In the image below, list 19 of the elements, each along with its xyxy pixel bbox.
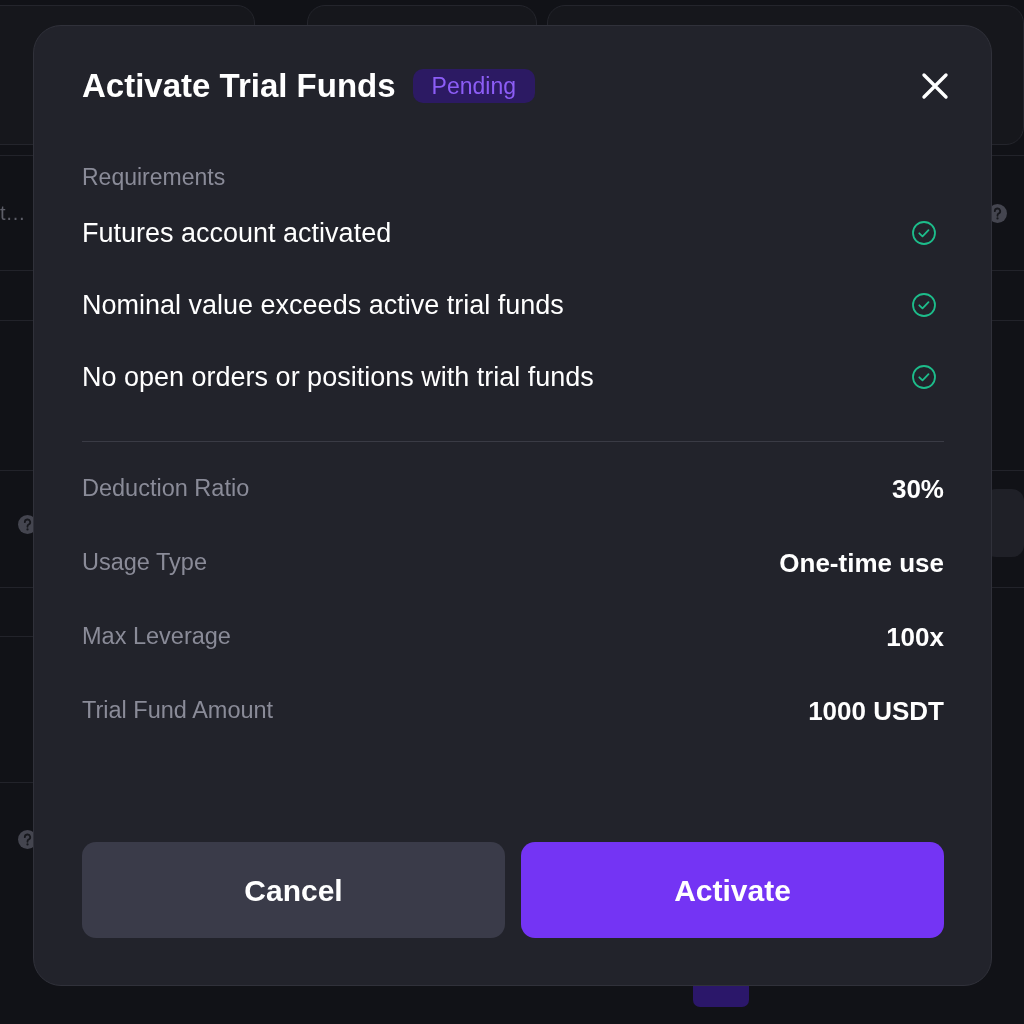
cancel-button[interactable]: Cancel xyxy=(82,842,505,938)
section-heading: Requirements xyxy=(82,163,227,192)
close-icon xyxy=(921,72,949,100)
requirement-text: Futures account activated xyxy=(82,216,392,250)
activate-button[interactable]: Activate xyxy=(521,842,944,938)
close-button[interactable] xyxy=(921,72,949,100)
detail-label: Max Leverage xyxy=(82,622,231,652)
detail-value: 1000 USDT xyxy=(808,694,944,728)
requirement-text: No open orders or positions with trial funds xyxy=(82,360,594,394)
requirement-text: Nominal value exceeds active trial funds xyxy=(82,288,564,322)
detail-label: Deduction Ratio xyxy=(82,474,250,504)
detail-value: One-time use xyxy=(779,546,944,580)
detail-value: 100x xyxy=(886,620,944,654)
truncated-text: t… xyxy=(0,201,26,226)
dialog-title: Activate Trial Funds xyxy=(82,66,396,106)
status-badge: Pending xyxy=(412,69,535,103)
detail-label: Trial Fund Amount xyxy=(82,696,274,726)
detail-value: 30% xyxy=(891,472,944,506)
detail-label: Usage Type xyxy=(82,548,207,578)
